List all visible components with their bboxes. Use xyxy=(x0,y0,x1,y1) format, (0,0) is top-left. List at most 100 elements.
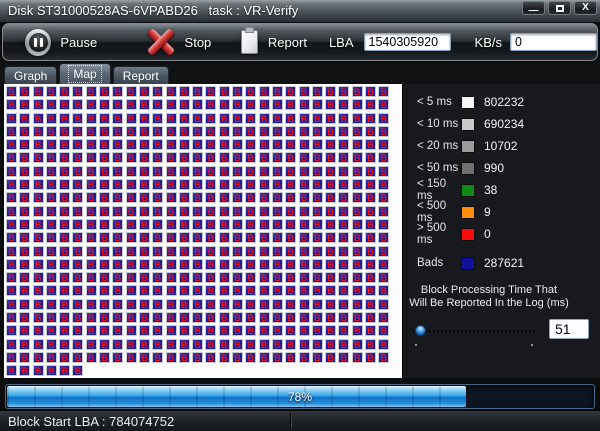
map-block: B xyxy=(112,139,123,150)
map-block: B xyxy=(112,299,123,310)
map-block: B xyxy=(126,259,137,270)
map-block: B xyxy=(365,179,376,190)
slider-thumb[interactable] xyxy=(415,325,426,336)
slider-value-input[interactable] xyxy=(549,319,589,339)
status-bar: Block Start LBA : 784074752 xyxy=(0,410,600,431)
map-block: B xyxy=(139,192,150,203)
stop-button[interactable] xyxy=(147,28,174,56)
map-block: B xyxy=(219,272,230,283)
map-block: B xyxy=(285,259,296,270)
tab-graph[interactable]: Graph xyxy=(4,66,57,84)
map-block: B xyxy=(126,126,137,137)
map-block: B xyxy=(152,259,163,270)
map-block: B xyxy=(46,352,57,363)
legend-count: 0 xyxy=(484,227,491,241)
legend-label: < 20 ms xyxy=(417,140,461,152)
map-block: B xyxy=(33,152,44,163)
map-block: B xyxy=(72,325,83,336)
map-block: B xyxy=(285,232,296,243)
tab-map[interactable]: Map xyxy=(59,63,110,84)
tab-report[interactable]: Report xyxy=(113,66,169,84)
map-block: B xyxy=(352,312,363,323)
map-block: B xyxy=(245,192,256,203)
map-block: B xyxy=(272,259,283,270)
map-block: B xyxy=(6,232,17,243)
map-block: B xyxy=(259,312,270,323)
kbs-label: KB/s xyxy=(475,35,502,50)
map-block: B xyxy=(6,206,17,217)
map-block: B xyxy=(139,152,150,163)
map-block: B xyxy=(139,325,150,336)
map-block: B xyxy=(152,352,163,363)
map-block: B xyxy=(86,232,97,243)
map-block: B xyxy=(166,312,177,323)
resize-grip[interactable] xyxy=(594,425,596,427)
map-block: B xyxy=(259,152,270,163)
legend-count: 990 xyxy=(484,161,504,175)
map-block: B xyxy=(166,272,177,283)
map-block: B xyxy=(19,285,30,296)
map-block: B xyxy=(299,312,310,323)
map-block: B xyxy=(86,192,97,203)
map-block: B xyxy=(338,113,349,124)
map-block: B xyxy=(166,192,177,203)
report-button[interactable] xyxy=(241,30,258,54)
slider-track[interactable] xyxy=(413,330,537,333)
map-block: B xyxy=(139,259,150,270)
map-block: B xyxy=(338,272,349,283)
map-block: B xyxy=(86,312,97,323)
map-block: B xyxy=(259,285,270,296)
map-block: B xyxy=(259,325,270,336)
map-block: B xyxy=(46,272,57,283)
map-block: B xyxy=(365,299,376,310)
map-block: B xyxy=(72,312,83,323)
map-block: B xyxy=(6,312,17,323)
map-block: B xyxy=(232,99,243,110)
map-block: B xyxy=(338,299,349,310)
lba-input[interactable] xyxy=(364,33,451,51)
map-block: B xyxy=(72,339,83,350)
map-block: B xyxy=(112,312,123,323)
map-block: B xyxy=(232,166,243,177)
map-block: B xyxy=(219,113,230,124)
map-block: B xyxy=(33,86,44,97)
map-block: B xyxy=(19,339,30,350)
pause-button[interactable] xyxy=(25,29,51,56)
maximize-button[interactable] xyxy=(548,1,571,15)
maximize-icon xyxy=(556,5,564,12)
map-block: B xyxy=(219,192,230,203)
map-block: B xyxy=(205,139,216,150)
map-block: B xyxy=(378,232,389,243)
map-block: B xyxy=(365,166,376,177)
legend-swatch xyxy=(461,228,475,241)
map-block: B xyxy=(152,232,163,243)
map-block: B xyxy=(285,246,296,257)
map-block: B xyxy=(232,86,243,97)
map-block: B xyxy=(259,179,270,190)
map-block: B xyxy=(285,206,296,217)
map-block: B xyxy=(219,259,230,270)
map-block: B xyxy=(232,219,243,230)
map-block: B xyxy=(205,339,216,350)
map-block: B xyxy=(245,339,256,350)
map-block: B xyxy=(259,272,270,283)
map-block: B xyxy=(99,139,110,150)
slider-caption: Block Processing Time That Will Be Repor… xyxy=(403,284,575,310)
map-block: B xyxy=(33,206,44,217)
map-block: B xyxy=(139,232,150,243)
map-block: B xyxy=(365,113,376,124)
map-block: B xyxy=(325,86,336,97)
minimize-button[interactable]: — xyxy=(522,1,545,15)
map-block: B xyxy=(272,325,283,336)
kbs-input[interactable] xyxy=(510,33,597,51)
map-block: B xyxy=(59,339,70,350)
map-block: B xyxy=(59,312,70,323)
map-block: B xyxy=(219,339,230,350)
map-block: B xyxy=(378,299,389,310)
map-block: B xyxy=(272,152,283,163)
map-block: B xyxy=(352,339,363,350)
map-block: B xyxy=(152,179,163,190)
map-block: B xyxy=(33,352,44,363)
map-block: B xyxy=(325,352,336,363)
close-button[interactable]: X xyxy=(574,1,597,15)
